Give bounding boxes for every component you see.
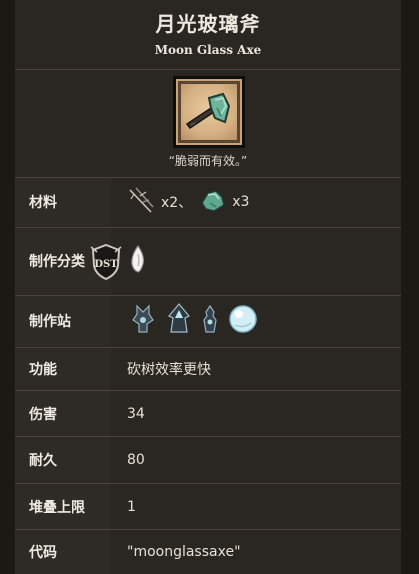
twigs-qty: x2、 bbox=[161, 195, 193, 211]
materials-value: x2、 x3 bbox=[111, 178, 401, 226]
celestial-tab-icon[interactable] bbox=[127, 244, 149, 278]
row-station: 制作站 bbox=[15, 296, 401, 346]
item-title: 月光玻璃斧 bbox=[155, 12, 261, 36]
damage-value: 34 bbox=[127, 405, 145, 422]
row-label: 代码 bbox=[15, 530, 111, 574]
row-stack: 堆叠上限 1 bbox=[15, 484, 401, 529]
row-durability: 耐久 80 bbox=[15, 437, 401, 483]
celestial-sanctum-icon[interactable] bbox=[165, 302, 193, 340]
moon-glass-axe-icon bbox=[181, 84, 237, 140]
row-label: 伤害 bbox=[15, 391, 111, 436]
row-label: 功能 bbox=[15, 348, 111, 390]
item-subtitle: Moon Glass Axe bbox=[154, 43, 262, 57]
celestial-altar-icon[interactable] bbox=[127, 302, 159, 340]
twigs-icon[interactable] bbox=[127, 185, 157, 219]
row-function: 功能 砍树效率更快 bbox=[15, 348, 401, 390]
category-value bbox=[111, 228, 401, 294]
stack-value: 1 bbox=[127, 498, 136, 515]
row-code: 代码 "moonglassaxe" bbox=[15, 530, 401, 574]
celestial-orb-icon[interactable] bbox=[227, 303, 259, 339]
code-value: "moonglassaxe" bbox=[127, 544, 241, 560]
row-label: 材料 bbox=[15, 178, 111, 226]
item-quote: “脆弱而有效。” bbox=[168, 154, 248, 168]
station-value bbox=[111, 296, 401, 346]
durability-value: 80 bbox=[127, 452, 145, 468]
row-materials: 材料 x2、 x3 bbox=[15, 178, 401, 226]
divider bbox=[15, 69, 401, 70]
item-portrait bbox=[173, 76, 245, 148]
row-label: 耐久 bbox=[15, 437, 111, 483]
row-damage: 伤害 34 bbox=[15, 391, 401, 436]
row-label: 堆叠上限 bbox=[15, 484, 111, 529]
function-value: 砍树效率更快 bbox=[127, 362, 211, 378]
row-label: 制作站 bbox=[15, 296, 111, 346]
moon-glass-icon[interactable] bbox=[198, 185, 228, 219]
celestial-tribute-icon[interactable] bbox=[199, 302, 221, 340]
row-category: 制作分类 DST bbox=[15, 228, 401, 294]
moon-glass-qty: x3 bbox=[232, 194, 250, 210]
